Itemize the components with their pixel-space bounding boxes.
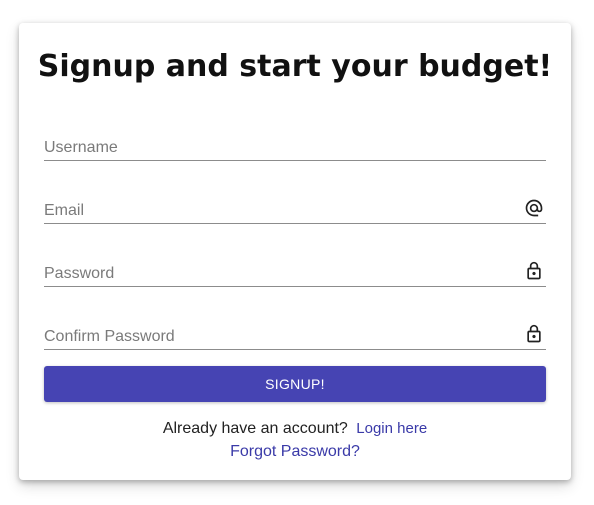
- username-input[interactable]: [44, 139, 514, 157]
- lock-icon: [527, 324, 541, 343]
- at-sign-icon: [525, 199, 543, 217]
- username-field-container: [44, 120, 546, 161]
- already-have-account-text: Already have an account?: [162, 420, 348, 437]
- lock-icon: [527, 261, 541, 280]
- password-field-container: [44, 246, 546, 287]
- login-link[interactable]: Login here: [356, 420, 427, 437]
- email-field-container: [44, 183, 546, 224]
- forgot-password-row: Forgot Password?: [19, 443, 571, 461]
- login-prompt: Already have an account? Login here: [19, 420, 571, 438]
- password-input[interactable]: [44, 265, 514, 283]
- signup-button[interactable]: SIGNUP!: [44, 366, 546, 402]
- confirm-password-input[interactable]: [44, 328, 514, 346]
- page-title: Signup and start your budget!: [37, 49, 553, 84]
- confirm-password-field-container: [44, 309, 546, 350]
- forgot-password-link[interactable]: Forgot Password?: [230, 443, 360, 460]
- signup-card: Signup and start your budget! SIGNUP! Al…: [19, 23, 571, 480]
- email-input[interactable]: [44, 202, 514, 220]
